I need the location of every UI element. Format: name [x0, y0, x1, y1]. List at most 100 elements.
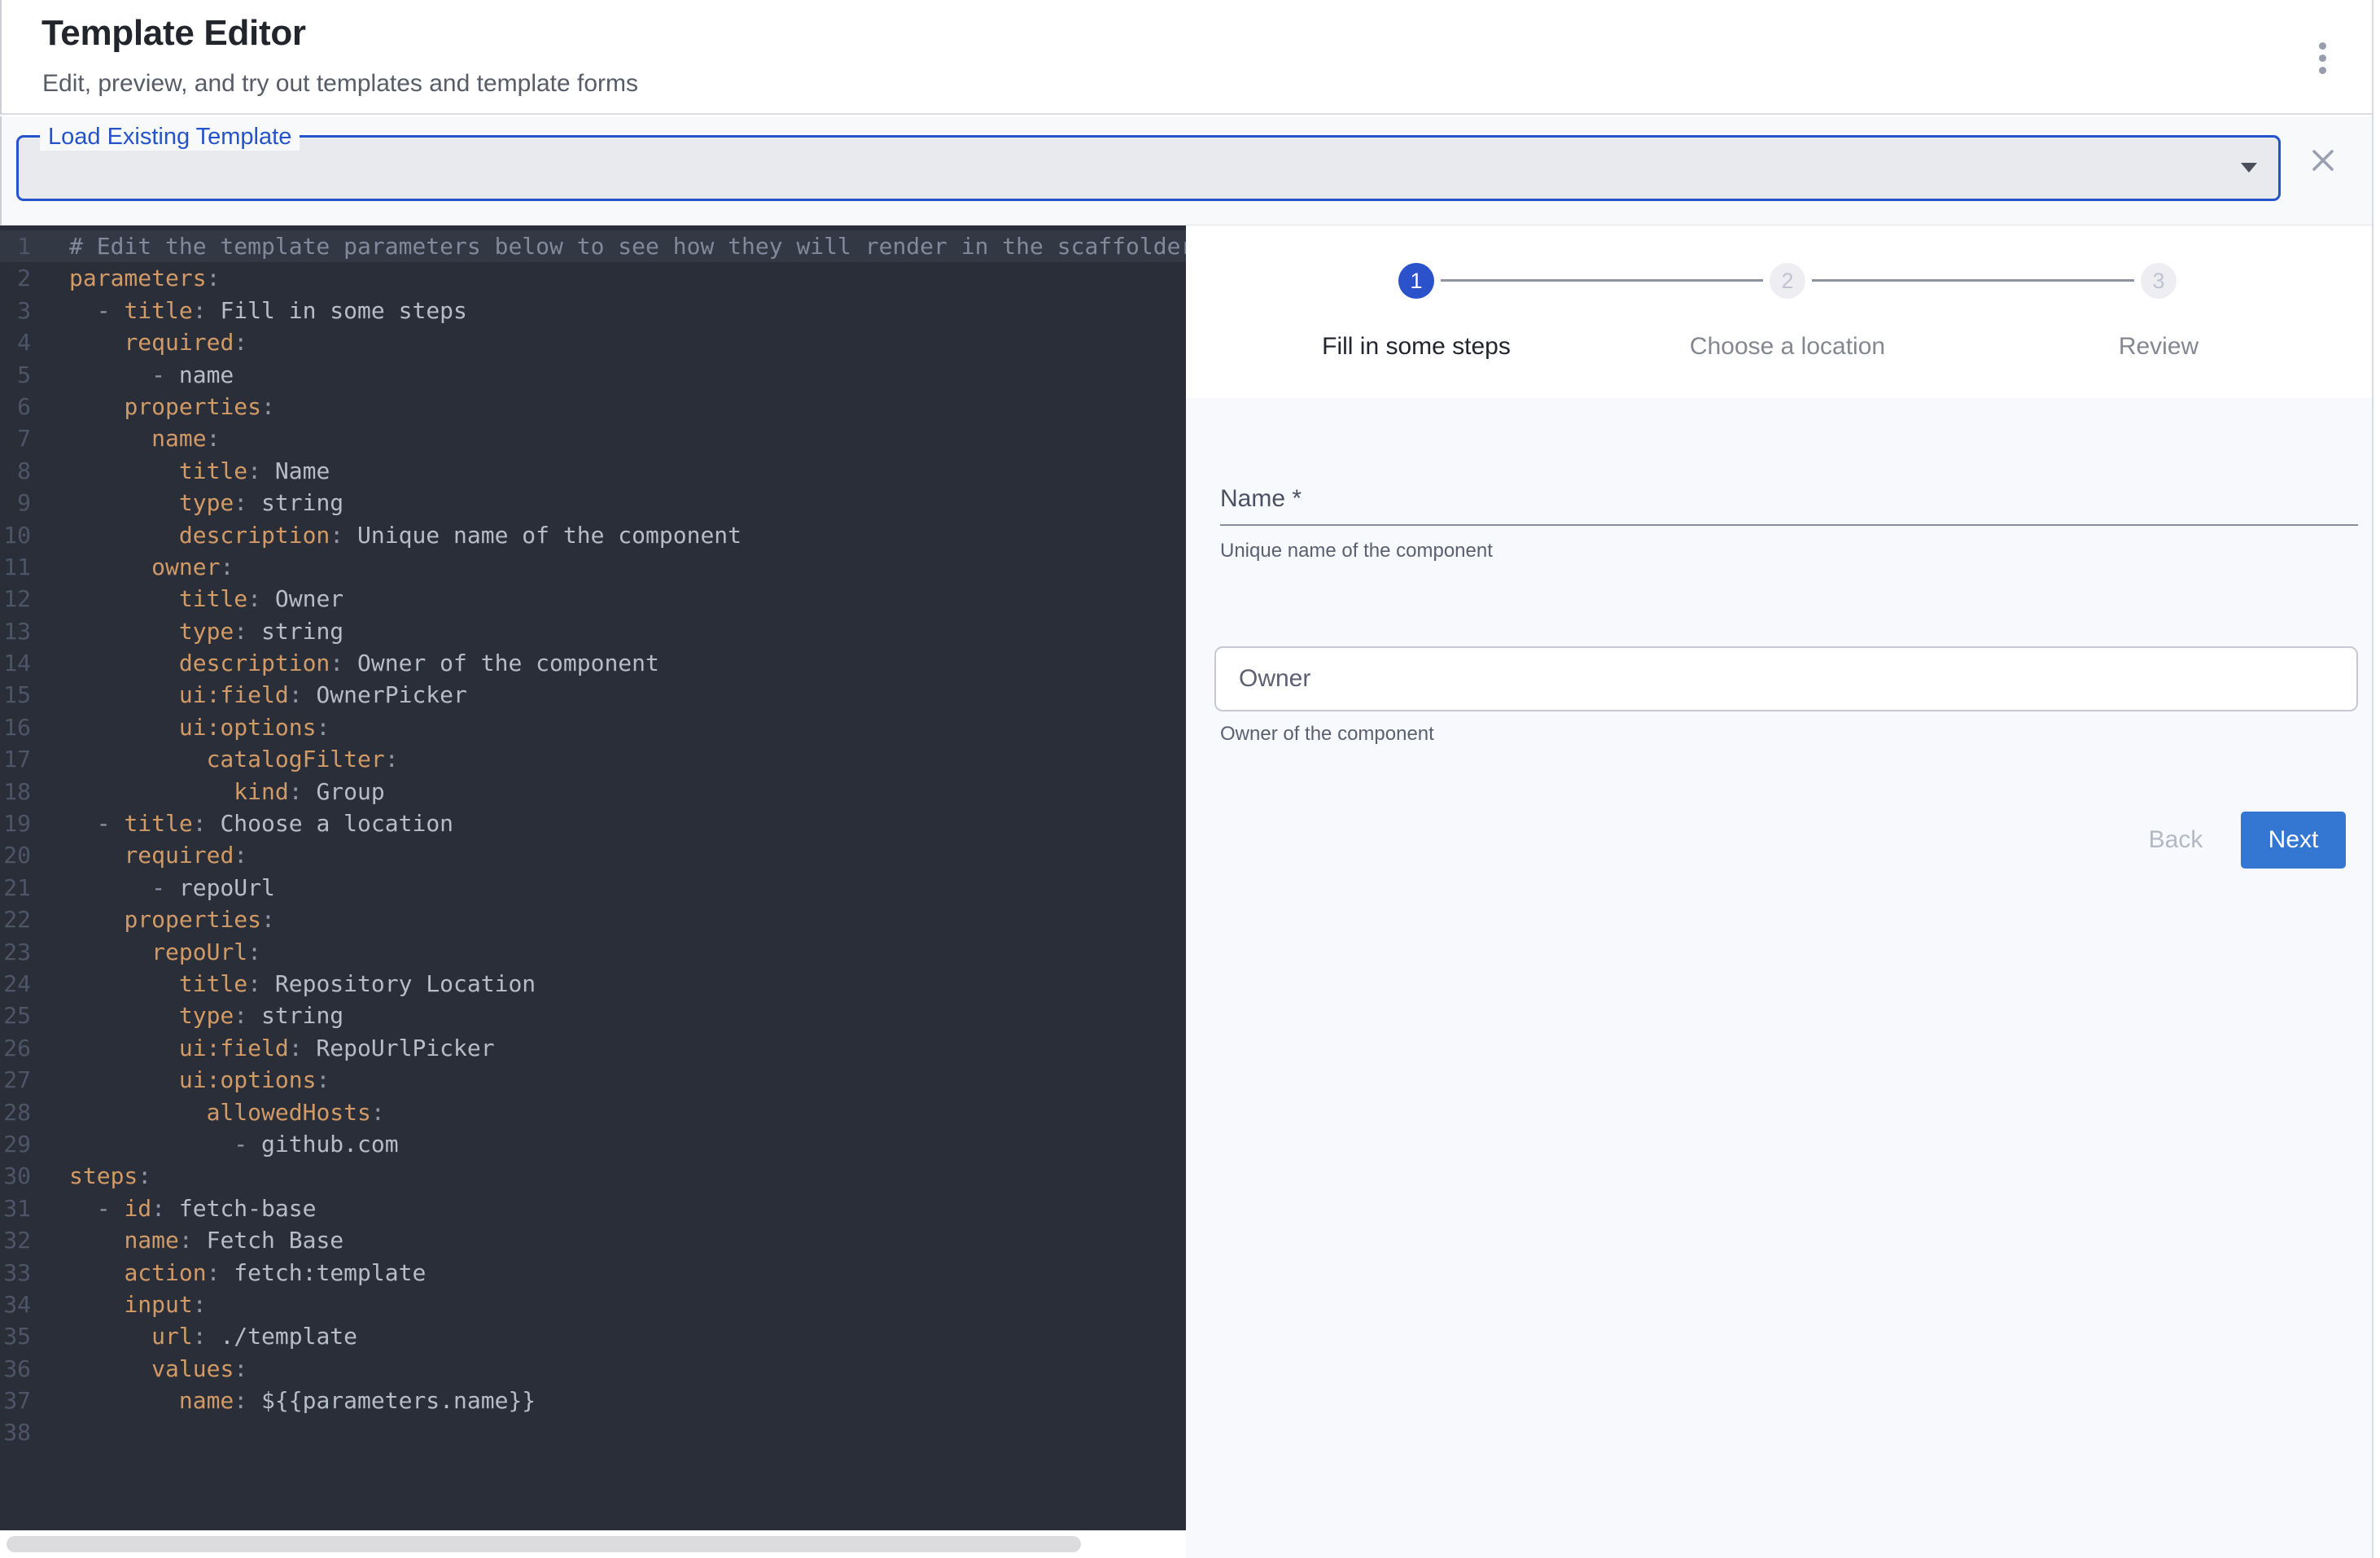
code-line: 15 ui:field: OwnerPicker [0, 679, 1186, 711]
line-number: 14 [0, 647, 31, 679]
caret-down-icon [2241, 163, 2257, 173]
line-number: 13 [0, 615, 31, 647]
code-line: 33 action: fetch:template [0, 1257, 1186, 1289]
code-line: 7 name: [0, 422, 1186, 454]
page-title: Template Editor [42, 13, 306, 54]
code-line: 34 input: [0, 1289, 1186, 1320]
stepper-step-3: 3Review [1988, 263, 2330, 361]
step-label-1: Fill in some steps [1322, 333, 1511, 361]
line-number: 16 [0, 711, 31, 743]
code-line: 38 [0, 1416, 1186, 1448]
code-line: 26 ui:field: RepoUrlPicker [0, 1032, 1186, 1064]
line-number: 34 [0, 1289, 31, 1320]
line-number: 26 [0, 1032, 31, 1064]
line-number: 24 [0, 968, 31, 1000]
line-number: 27 [0, 1064, 31, 1096]
kebab-dot [2319, 67, 2326, 74]
code-line: 9 type: string [0, 487, 1186, 519]
code-line: 25 type: string [0, 1000, 1186, 1031]
code-line: 37 name: ${{parameters.name}} [0, 1385, 1186, 1416]
code-line: 28 allowedHosts: [0, 1096, 1186, 1128]
code-line: 14 description: Owner of the component [0, 647, 1186, 679]
name-helper-text: Unique name of the component [1220, 540, 1493, 562]
stepper-step-2: 2 Choose a location [1617, 263, 1958, 361]
line-number: 23 [0, 936, 31, 968]
code-line: 29 - github.com [0, 1128, 1186, 1160]
load-template-select[interactable]: Load Existing Template [16, 135, 2281, 201]
editor-hscrollbar-thumb[interactable] [7, 1536, 1081, 1552]
code-line: 18 kind: Group [0, 776, 1186, 807]
line-number: 15 [0, 679, 31, 711]
code-line: 5 - name [0, 359, 1186, 391]
code-line: 22 properties: [0, 904, 1186, 935]
stepper-step-1: 1 Fill in some steps [1245, 263, 1587, 361]
code-line: 21 - repoUrl [0, 872, 1186, 904]
line-number: 4 [0, 326, 31, 358]
code-line: 17 catalogFilter: [0, 743, 1186, 775]
line-number: 21 [0, 872, 31, 904]
form-area: Unique name of the component Owner of th… [1186, 398, 2372, 1558]
page-subtitle: Edit, preview, and try out templates and… [42, 70, 638, 98]
name-input[interactable] [1220, 475, 2358, 523]
step-circle-1: 1 [1398, 263, 1434, 299]
line-number: 9 [0, 487, 31, 519]
kebab-menu-icon[interactable] [2303, 33, 2342, 83]
code-line: 27 ui:options: [0, 1064, 1186, 1096]
line-number: 17 [0, 743, 31, 775]
line-number: 37 [0, 1385, 31, 1416]
back-button[interactable]: Back [2123, 812, 2229, 869]
line-number: 35 [0, 1320, 31, 1352]
line-number: 31 [0, 1193, 31, 1224]
line-number: 38 [0, 1416, 31, 1448]
line-number: 25 [0, 1000, 31, 1031]
code-line: 3 - title: Fill in some steps [0, 295, 1186, 326]
line-number: 7 [0, 422, 31, 454]
editor-hscrollbar [0, 1530, 1186, 1558]
code-line: 12 title: Owner [0, 583, 1186, 615]
line-number: 8 [0, 455, 31, 487]
step-circle-2: 2 [1770, 263, 1805, 299]
line-number: 3 [0, 295, 31, 326]
code-line: 31 - id: fetch-base [0, 1193, 1186, 1224]
load-template-label: Load Existing Template [40, 124, 300, 151]
code-line: 4 required: [0, 326, 1186, 358]
page-right-scroll-track[interactable] [2372, 0, 2380, 1558]
code-editor[interactable]: 1# Edit the template parameters below to… [0, 225, 1186, 1530]
line-number: 1 [0, 230, 31, 262]
owner-field[interactable] [1214, 646, 2358, 711]
line-number: 30 [0, 1160, 31, 1192]
code-line: 20 required: [0, 839, 1186, 871]
step-label-3: Review [2119, 333, 2198, 361]
kebab-dot [2319, 55, 2326, 62]
close-icon [2308, 146, 2338, 175]
line-number: 10 [0, 519, 31, 551]
line-number: 32 [0, 1224, 31, 1256]
header: Template Editor Edit, preview, and try o… [0, 0, 2380, 115]
next-button[interactable]: Next [2241, 812, 2346, 869]
code-line: 11 owner: [0, 551, 1186, 583]
step-label-2: Choose a location [1690, 333, 1885, 361]
code-line: 6 properties: [0, 391, 1186, 422]
code-line: 10 description: Unique name of the compo… [0, 519, 1186, 551]
line-number: 18 [0, 776, 31, 807]
line-number: 12 [0, 583, 31, 615]
owner-input[interactable] [1239, 651, 2321, 707]
code-lines: 1# Edit the template parameters below to… [0, 230, 1186, 1449]
line-number: 20 [0, 839, 31, 871]
code-line: 30steps: [0, 1160, 1186, 1192]
code-line: 13 type: string [0, 615, 1186, 647]
code-line: 2parameters: [0, 262, 1186, 294]
code-line: 1# Edit the template parameters below to… [0, 230, 1186, 262]
line-number: 22 [0, 904, 31, 935]
line-number: 2 [0, 262, 31, 294]
code-line: 32 name: Fetch Base [0, 1224, 1186, 1256]
line-number: 5 [0, 359, 31, 391]
owner-helper-text: Owner of the component [1220, 723, 1434, 746]
line-number: 29 [0, 1128, 31, 1160]
line-number: 11 [0, 551, 31, 583]
stepper: 1 Fill in some steps 2 Choose a location 3Re… [1186, 225, 2372, 398]
code-line: 24 title: Repository Location [0, 968, 1186, 1000]
code-line: 8 title: Name [0, 455, 1186, 487]
name-input-underline [1220, 524, 2358, 526]
clear-selection-button[interactable] [2308, 146, 2338, 175]
